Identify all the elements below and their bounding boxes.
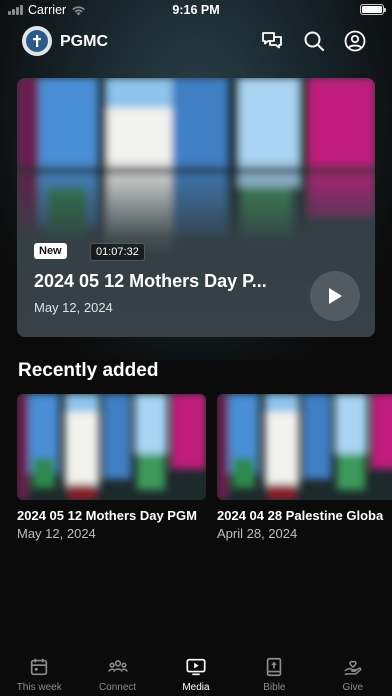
media-icon [186,658,206,676]
duration-badge: 01:07:32 [90,243,145,261]
play-icon [329,288,342,304]
calendar-icon [31,658,48,676]
chat-icon[interactable] [260,29,284,53]
recent-item[interactable]: 2024 05 12 Mothers Day PGM May 12, 2024 [17,394,206,541]
video-thumbnail[interactable] [217,394,392,500]
new-badge: New [34,243,67,259]
tab-connect[interactable]: Connect [78,648,156,696]
people-icon [107,660,128,672]
recent-item-title: 2024 05 12 Mothers Day PGM [17,508,197,523]
top-nav: PGMC [0,24,392,58]
tab-media[interactable]: Media [157,648,235,696]
featured-date: May 12, 2024 [34,300,113,315]
featured-video-card[interactable]: New 01:07:32 2024 05 12 Mothers Day P...… [17,78,375,337]
tab-label: Media [182,682,210,693]
video-thumbnail[interactable] [17,394,206,500]
cross-icon [33,35,41,47]
status-time: 9:16 PM [172,3,220,17]
recent-item[interactable]: 2024 04 28 Palestine Globa April 28, 202… [217,394,392,541]
tab-bar: This week Connect Media Bible Give [0,648,392,696]
featured-title[interactable]: 2024 05 12 Mothers Day P... [34,271,304,292]
church-logo[interactable] [22,26,52,56]
tab-bible[interactable]: Bible [235,648,313,696]
give-icon [344,660,362,676]
status-bar: Carrier 9:16 PM [0,0,392,20]
recently-added-heading: Recently added [18,360,159,381]
recent-item-title: 2024 04 28 Palestine Globa [217,508,384,523]
tab-label: This week [16,682,62,693]
tab-label: Connect [98,682,137,693]
recently-added-rail[interactable]: 2024 05 12 Mothers Day PGM May 12, 2024 [17,394,392,554]
search-icon[interactable] [302,29,326,53]
profile-icon[interactable] [343,29,367,53]
tab-this-week[interactable]: This week [0,648,78,696]
play-button[interactable] [310,271,360,321]
tab-label: Give [342,682,364,693]
bible-icon [267,657,282,677]
battery-icon [360,4,386,15]
recent-item-date: April 28, 2024 [217,526,298,541]
tab-give[interactable]: Give [314,648,392,696]
tab-label: Bible [263,682,286,693]
recent-item-date: May 12, 2024 [17,526,96,541]
brand-name: PGMC [60,33,108,50]
